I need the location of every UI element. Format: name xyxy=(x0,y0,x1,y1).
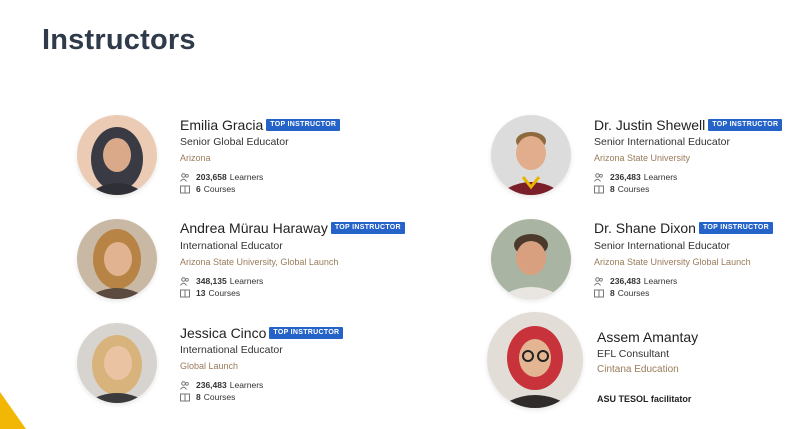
instructor-org: Global Launch xyxy=(180,361,239,371)
instructor-role: EFL Consultant xyxy=(597,348,669,360)
learners-icon xyxy=(180,172,190,182)
learners-stat: 348,135 Learners xyxy=(180,276,263,286)
instructor-name-row: Dr. Shane Dixon TOP INSTRUCTOR xyxy=(594,220,773,236)
courses-count: 6 xyxy=(196,184,201,194)
top-instructor-badge: TOP INSTRUCTOR xyxy=(698,222,773,234)
courses-stat: 8 Courses xyxy=(180,392,235,402)
courses-stat: 8 Courses xyxy=(594,184,649,194)
courses-stat: 6 Courses xyxy=(180,184,235,194)
courses-icon xyxy=(180,289,190,298)
instructor-name[interactable]: Dr. Justin Shewell xyxy=(594,117,705,133)
courses-label: Courses xyxy=(208,288,241,298)
instructor-name-row: Jessica Cinco TOP INSTRUCTOR xyxy=(180,325,344,341)
courses-count: 8 xyxy=(610,184,615,194)
learners-icon xyxy=(180,380,190,390)
courses-count: 8 xyxy=(196,392,201,402)
top-instructor-badge: TOP INSTRUCTOR xyxy=(269,327,344,339)
learners-count: 236,483 xyxy=(196,380,227,390)
instructor-role: Senior International Educator xyxy=(594,136,731,148)
instructor-name[interactable]: Jessica Cinco xyxy=(180,325,266,341)
instructor-name-row: Dr. Justin Shewell TOP INSTRUCTOR xyxy=(594,117,783,133)
courses-label: Courses xyxy=(617,184,650,194)
top-instructor-badge: TOP INSTRUCTOR xyxy=(330,222,405,234)
courses-icon xyxy=(180,393,190,402)
learners-count: 348,135 xyxy=(196,276,227,286)
learners-label: Learners xyxy=(643,276,678,286)
instructor-role: Senior Global Educator xyxy=(180,136,289,148)
courses-count: 8 xyxy=(610,288,615,298)
instructor-role: International Educator xyxy=(180,344,283,356)
instructor-org: Arizona State University Global Launch xyxy=(594,257,751,267)
instructor-role: Senior International Educator xyxy=(594,240,731,252)
courses-label: Courses xyxy=(617,288,650,298)
facilitator-note: ASU TESOL facilitator xyxy=(597,394,692,404)
learners-icon xyxy=(594,276,604,286)
learners-icon xyxy=(594,172,604,182)
top-instructor-badge: TOP INSTRUCTOR xyxy=(266,119,341,131)
learners-stat: 236,483 Learners xyxy=(180,380,263,390)
corner-accent xyxy=(0,392,26,429)
instructor-org: Arizona xyxy=(180,153,211,163)
learners-stat: 236,483 Learners xyxy=(594,276,677,286)
courses-icon xyxy=(594,185,604,194)
learners-count: 236,483 xyxy=(610,276,641,286)
instructor-name-row: Emilia Gracia TOP INSTRUCTOR xyxy=(180,117,341,133)
learners-count: 203,658 xyxy=(196,172,227,182)
avatar[interactable] xyxy=(491,115,571,195)
avatar[interactable] xyxy=(491,219,571,299)
instructor-name[interactable]: Assem Amantay xyxy=(597,329,698,345)
courses-count: 13 xyxy=(196,288,206,298)
learners-stat: 236,483 Learners xyxy=(594,172,677,182)
learners-count: 236,483 xyxy=(610,172,641,182)
courses-icon xyxy=(594,289,604,298)
top-instructor-badge: TOP INSTRUCTOR xyxy=(708,119,783,131)
avatar[interactable] xyxy=(77,219,157,299)
learners-icon xyxy=(180,276,190,286)
learners-label: Learners xyxy=(229,276,264,286)
instructor-org: Arizona State University, Global Launch xyxy=(180,257,339,267)
instructor-name[interactable]: Dr. Shane Dixon xyxy=(594,220,696,236)
learners-label: Learners xyxy=(229,172,264,182)
courses-label: Courses xyxy=(203,392,236,402)
courses-icon xyxy=(180,185,190,194)
instructor-org: Cintana Education xyxy=(597,364,679,375)
instructor-name[interactable]: Andrea Mürau Haraway xyxy=(180,220,328,236)
avatar[interactable] xyxy=(77,323,157,403)
instructor-role: International Educator xyxy=(180,240,283,252)
courses-stat: 13 Courses xyxy=(180,288,240,298)
courses-label: Courses xyxy=(203,184,236,194)
instructor-name[interactable]: Emilia Gracia xyxy=(180,117,263,133)
instructor-name-row: Andrea Mürau Haraway TOP INSTRUCTOR xyxy=(180,220,405,236)
page-title: Instructors xyxy=(42,24,196,56)
learners-label: Learners xyxy=(229,380,264,390)
learners-stat: 203,658 Learners xyxy=(180,172,263,182)
courses-stat: 8 Courses xyxy=(594,288,649,298)
avatar[interactable] xyxy=(487,312,583,408)
learners-label: Learners xyxy=(643,172,678,182)
instructor-org: Arizona State University xyxy=(594,153,691,163)
avatar[interactable] xyxy=(77,115,157,195)
